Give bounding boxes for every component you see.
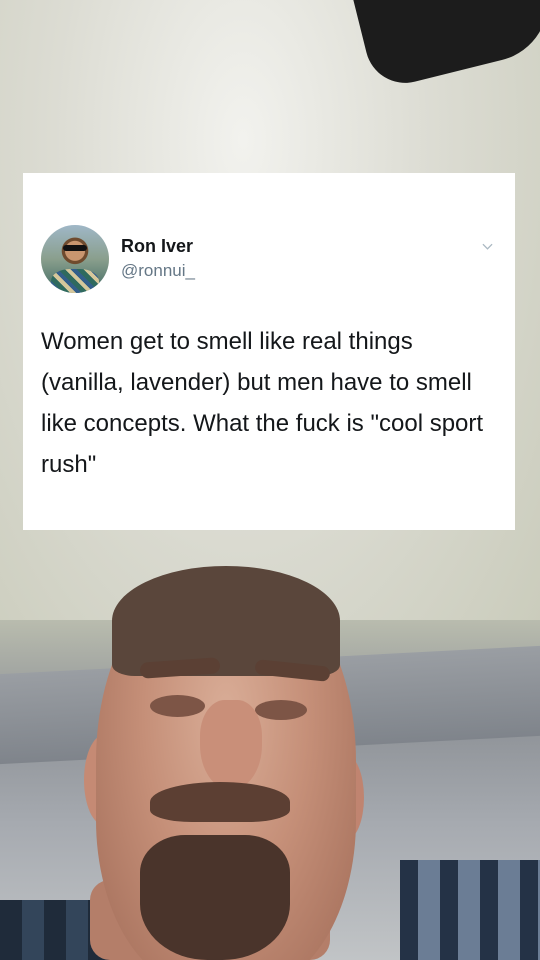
- mustache: [150, 782, 290, 822]
- tweet-card: Ron Iver @ronnui_ Women get to smell lik…: [23, 173, 515, 530]
- avatar[interactable]: [41, 225, 109, 293]
- curtain-right: [400, 860, 540, 960]
- author-name[interactable]: Ron Iver: [121, 236, 193, 257]
- chevron-down-icon[interactable]: [482, 241, 493, 252]
- avatar-shirt: [51, 269, 99, 293]
- hair: [112, 566, 340, 676]
- avatar-glasses: [63, 245, 87, 251]
- beard: [140, 835, 290, 960]
- nose: [200, 700, 262, 790]
- right-eye: [255, 700, 307, 720]
- left-eye: [150, 695, 205, 717]
- author-handle[interactable]: @ronnui_: [121, 261, 195, 281]
- tweet-text: Women get to smell like real things (van…: [41, 328, 484, 478]
